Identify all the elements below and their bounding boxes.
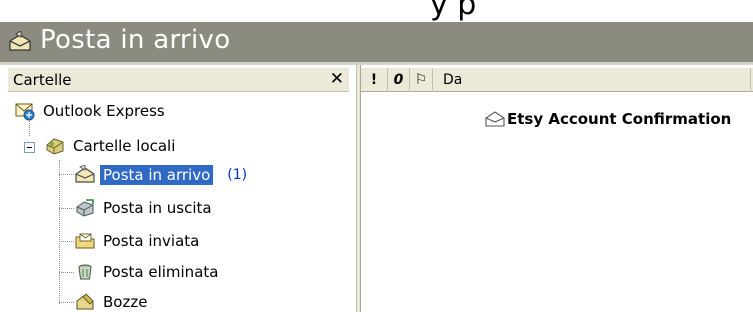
sent-items-icon bbox=[75, 233, 95, 249]
drafts-icon bbox=[76, 293, 94, 310]
flag-icon: ⚐ bbox=[414, 72, 428, 88]
from-column-label: Da bbox=[443, 72, 463, 88]
tree-item-label: Outlook Express bbox=[43, 102, 165, 120]
outbox-icon bbox=[76, 199, 94, 217]
message-row[interactable]: Etsy Account Confirmation bbox=[361, 109, 753, 129]
tree-item-posta-in-arrivo[interactable]: Posta in arrivo (1) bbox=[74, 163, 247, 187]
inbox-icon bbox=[9, 31, 31, 51]
window-title: Posta in arrivo bbox=[40, 25, 231, 55]
priority-column-label: ! bbox=[370, 72, 378, 88]
paperclip-icon: 0 bbox=[393, 72, 404, 88]
column-attachment[interactable]: 0 bbox=[388, 68, 410, 92]
tree-item-bozze[interactable]: Bozze bbox=[74, 290, 150, 312]
tree-item-outlook-express[interactable]: Outlook Express bbox=[14, 99, 168, 123]
folder-pane-title: Cartelle bbox=[13, 71, 72, 89]
tree-item-posta-in-uscita[interactable]: Posta in uscita bbox=[74, 196, 215, 220]
tree-item-label: Posta inviata bbox=[103, 232, 200, 250]
column-from[interactable]: Da bbox=[433, 68, 751, 92]
folder-pane-header: Cartelle ✕ bbox=[8, 68, 349, 92]
tree-item-label: Bozze bbox=[103, 293, 148, 311]
close-icon[interactable]: ✕ bbox=[330, 69, 344, 89]
tree-line bbox=[59, 241, 74, 242]
local-folders-icon bbox=[46, 138, 64, 155]
message-list-header: ! 0 ⚐ Da bbox=[361, 68, 753, 92]
tree-line bbox=[59, 174, 74, 175]
tree-line bbox=[59, 272, 74, 273]
unread-count: (1) bbox=[227, 167, 248, 183]
folder-title-bar: Posta in arrivo bbox=[0, 22, 753, 62]
column-flag[interactable]: ⚐ bbox=[410, 68, 433, 92]
tree-item-label: Posta eliminata bbox=[103, 263, 219, 281]
top-text: y p bbox=[430, 0, 477, 22]
message-subject: Etsy Account Confirmation bbox=[507, 110, 732, 128]
tree-line bbox=[59, 208, 74, 209]
column-priority[interactable]: ! bbox=[361, 68, 388, 92]
message-list-pane: ! 0 ⚐ Da Etsy Account Confirmation bbox=[361, 65, 753, 312]
outlook-express-icon bbox=[15, 103, 35, 121]
tree-item-posta-eliminata[interactable]: Posta eliminata bbox=[74, 260, 221, 284]
collapse-toggle[interactable] bbox=[24, 142, 35, 153]
tree-item-label: Cartelle locali bbox=[73, 137, 176, 155]
top-crop-text: y p bbox=[0, 0, 753, 22]
trash-icon bbox=[78, 264, 92, 280]
tree-item-label: Posta in arrivo bbox=[100, 165, 214, 185]
tree-line bbox=[59, 160, 60, 304]
envelope-icon bbox=[485, 111, 505, 127]
inbox-icon bbox=[75, 165, 95, 183]
tree-item-label: Posta in uscita bbox=[103, 199, 212, 217]
tree-item-posta-inviata[interactable]: Posta inviata bbox=[74, 229, 202, 253]
tree-line bbox=[59, 302, 74, 303]
tree-item-cartelle-locali[interactable]: Cartelle locali bbox=[44, 134, 178, 158]
